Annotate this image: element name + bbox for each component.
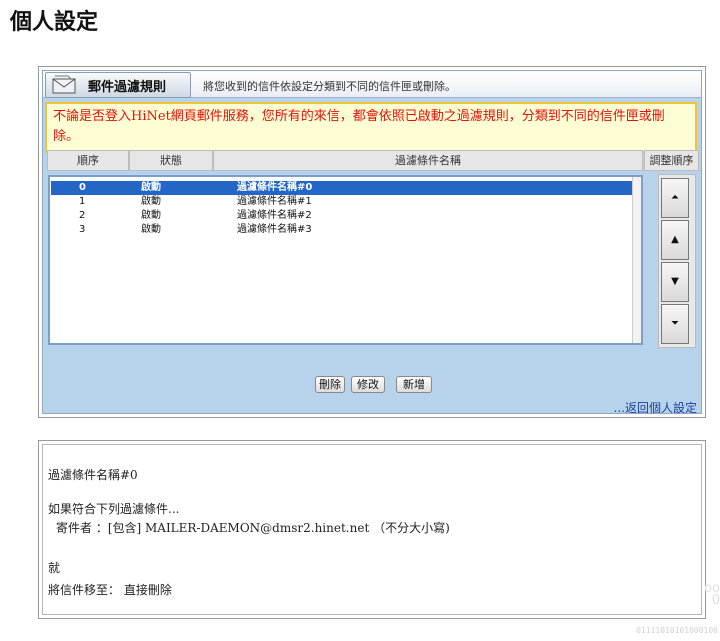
watermark-side: oo 0: [704, 581, 720, 608]
detail-action: 將信件移至： 直接刪除: [48, 583, 172, 597]
add-button[interactable]: 新增: [396, 376, 432, 393]
rule-name: 過濾條件名稱#2: [237, 210, 312, 221]
filter-rules-panel: 郵件過濾規則 將您收到的信件依設定分類到不同的信件匣或刪除。 不論是否登入HiN…: [38, 66, 706, 418]
warning-box: 不論是否登入HiNet網頁郵件服務，您所有的來信，都會依照已啟動之過濾規則，分類…: [45, 102, 697, 153]
move-top-button[interactable]: ⏶: [661, 178, 689, 218]
order-adjust-column: ⏶ ▲ ▼ ⏷: [658, 174, 696, 348]
warning-text: 不論是否登入HiNet網頁郵件服務，您所有的來信，都會依照已啟動之過濾規則，分類…: [53, 109, 665, 144]
rule-order: 1: [79, 196, 86, 207]
detail-condition: 寄件者 ：[包含] MAILER-DAEMON@dmsr2.hinet.net …: [56, 521, 450, 535]
detail-then-label: 就: [48, 561, 61, 575]
watermark-bottom: 01111010101000100: [636, 626, 718, 635]
detail-rule-name: 過濾條件名稱#0: [48, 468, 138, 482]
panel-header-tab: 郵件過濾規則: [45, 72, 191, 98]
rule-status: 啟動: [141, 196, 161, 207]
list-scrollbar[interactable]: [632, 177, 641, 343]
panel-header-title: 郵件過濾規則: [88, 80, 167, 95]
rule-order: 3: [79, 224, 86, 235]
rule-name: 過濾條件名稱#3: [237, 224, 312, 235]
panel-header: 郵件過濾規則 將您收到的信件依設定分類到不同的信件匣或刪除。: [43, 71, 701, 98]
rule-detail-panel: 過濾條件名稱#0 如果符合下列過濾條件... 寄件者 ：[包含] MAILER-…: [38, 440, 706, 619]
rule-order: 2: [79, 210, 86, 221]
delete-button[interactable]: 刪除: [315, 376, 345, 393]
rule-order: 0: [79, 182, 86, 193]
column-header-adjust-order: 調整順序: [644, 150, 699, 171]
mail-envelope-icon: [52, 75, 76, 94]
rule-row[interactable]: 0 啟動 過濾條件名稱#0: [51, 181, 634, 195]
detail-condition-intro: 如果符合下列過濾條件...: [48, 502, 180, 516]
column-header-order: 順序: [47, 150, 129, 171]
edit-button[interactable]: 修改: [351, 376, 385, 393]
rule-status: 啟動: [141, 224, 161, 235]
rule-detail-inner: 過濾條件名稱#0 如果符合下列過濾條件... 寄件者 ：[包含] MAILER-…: [42, 444, 702, 615]
rule-name: 過濾條件名稱#0: [237, 182, 313, 193]
rule-row[interactable]: 1 啟動 過濾條件名稱#1: [51, 195, 634, 209]
rule-row[interactable]: 2 啟動 過濾條件名稱#2: [51, 209, 634, 223]
column-header-name: 過濾條件名稱: [213, 150, 643, 171]
rule-status: 啟動: [141, 182, 161, 193]
move-down-button[interactable]: ▼: [661, 262, 689, 302]
move-up-button[interactable]: ▲: [661, 220, 689, 260]
rule-row[interactable]: 3 啟動 過濾條件名稱#3: [51, 223, 634, 237]
panel-header-description: 將您收到的信件依設定分類到不同的信件匣或刪除。: [203, 80, 456, 93]
rule-status: 啟動: [141, 210, 161, 221]
page-title: 個人設定: [10, 9, 99, 35]
column-header-status: 狀態: [129, 150, 213, 171]
rules-list[interactable]: 0 啟動 過濾條件名稱#0 1 啟動 過濾條件名稱#1 2 啟動 過濾條件名稱#…: [48, 175, 643, 345]
move-bottom-button[interactable]: ⏷: [661, 304, 689, 344]
back-to-settings-link[interactable]: ...返回個人設定: [614, 399, 697, 416]
filter-rules-panel-inner: 郵件過濾規則 將您收到的信件依設定分類到不同的信件匣或刪除。 不論是否登入HiN…: [42, 70, 702, 416]
rule-name: 過濾條件名稱#1: [237, 196, 312, 207]
